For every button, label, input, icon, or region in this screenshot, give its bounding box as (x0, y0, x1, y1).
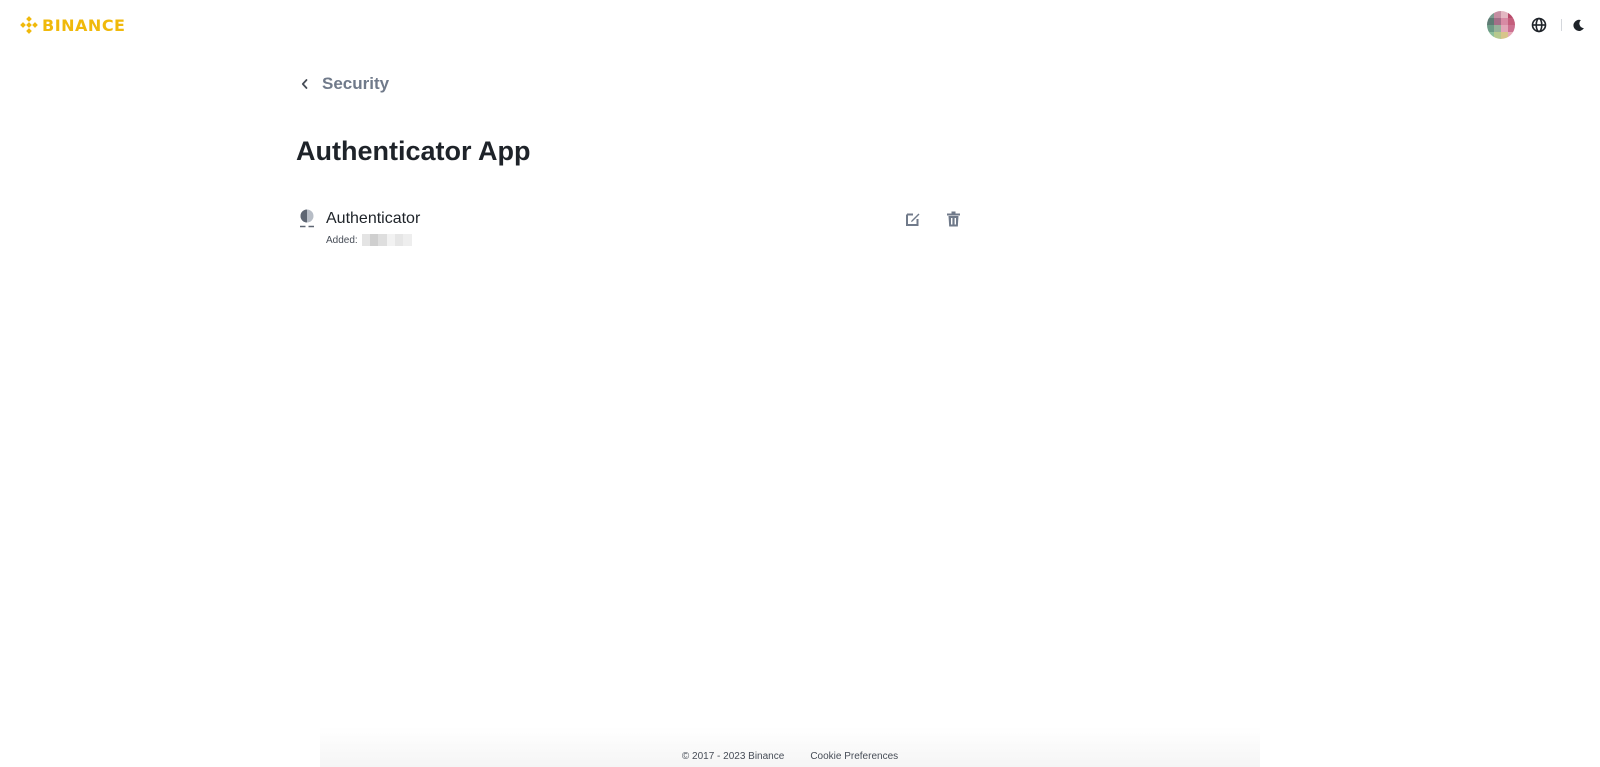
page-title: Authenticator App (296, 136, 531, 166)
authenticator-name: Authenticator (326, 210, 421, 227)
back-to-security-link[interactable]: Security (300, 72, 389, 96)
moon-icon[interactable] (1568, 15, 1588, 35)
binance-logo-icon (20, 16, 38, 34)
page: BINANCE Security Authenticator App Authe… (0, 0, 1600, 767)
binance-logo[interactable]: BINANCE (20, 14, 125, 36)
header-divider (1561, 19, 1562, 31)
footer-copyright: © 2017 - 2023 Binance (681, 751, 785, 762)
globe-icon[interactable] (1529, 15, 1549, 35)
header-actions (1487, 10, 1600, 40)
authenticator-added: Added: (326, 234, 412, 246)
top-nav: BINANCE (0, 0, 1600, 50)
avatar[interactable] (1487, 11, 1515, 39)
authenticator-item: Authenticator Added: (298, 206, 966, 254)
item-actions (900, 208, 966, 230)
authenticator-app-icon (300, 209, 314, 228)
logo-text: BINANCE (42, 15, 126, 35)
added-label: Added: (326, 234, 358, 246)
footer: © 2017 - 2023 Binance Cookie Preferences (320, 727, 1260, 767)
delete-icon[interactable] (940, 208, 966, 230)
edit-icon[interactable] (900, 208, 926, 230)
back-label: Security (322, 74, 390, 93)
chevron-left-icon (301, 79, 308, 89)
redacted-date (361, 234, 412, 246)
cookie-preferences-link[interactable]: Cookie Preferences (810, 751, 898, 762)
